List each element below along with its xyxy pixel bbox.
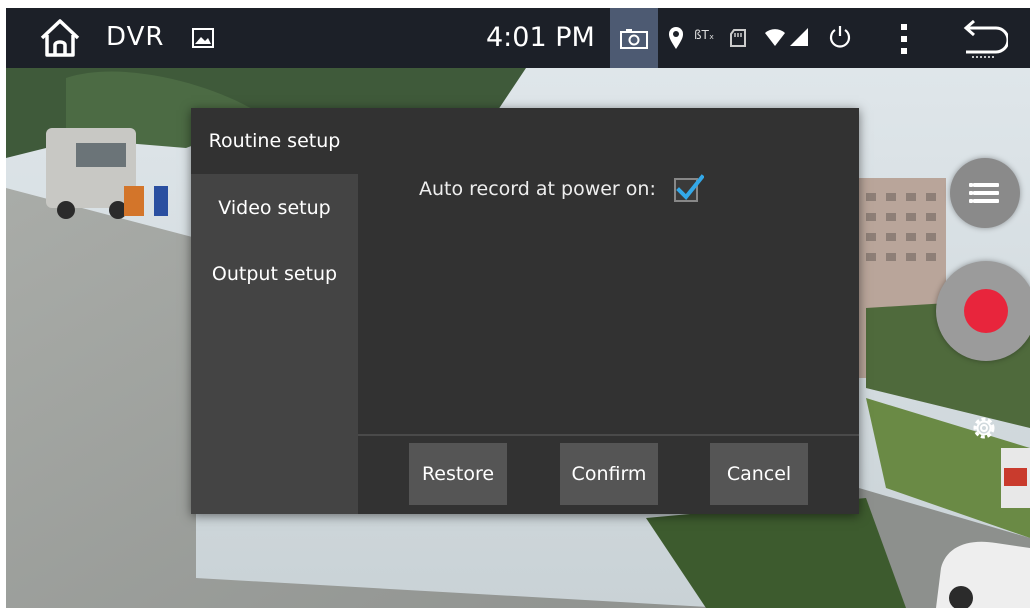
bluetooth-icon: ßTₓ [694,28,715,42]
overflow-menu-icon[interactable] [892,22,916,56]
list-button[interactable] [950,158,1020,228]
divider [358,434,859,436]
back-icon[interactable] [956,20,1008,60]
settings-content: Auto record at power on: Restore Confirm… [358,108,859,514]
clock-time: 4:01 PM [486,22,595,53]
tab-routine-setup[interactable]: Routine setup [191,108,358,174]
status-bar: DVR 4:01 PM ßTₓ [6,8,1030,68]
settings-dialog: Routine setup Video setup Output setup A… [191,108,859,514]
location-icon [669,27,683,49]
gallery-icon [192,28,214,48]
home-icon[interactable] [38,16,82,60]
auto-record-label: Auto record at power on: [419,178,656,200]
tab-output-setup[interactable]: Output setup [191,241,358,307]
restore-button[interactable]: Restore [409,443,507,505]
power-icon[interactable] [828,25,852,49]
record-button[interactable] [936,261,1030,361]
cancel-button[interactable]: Cancel [710,443,808,505]
checkmark-icon [676,174,704,200]
auto-record-checkbox[interactable] [674,174,704,202]
sd-card-icon [730,29,746,47]
dvr-screen: DVR 4:01 PM ßTₓ Routine setup Video setu… [6,8,1030,608]
record-icon [964,289,1008,333]
settings-gear-icon[interactable] [968,412,1000,444]
signal-icon [790,28,808,46]
app-title: DVR [106,22,165,52]
camera-icon [620,29,648,49]
settings-sidebar: Routine setup Video setup Output setup [191,108,358,514]
wifi-icon [765,29,785,46]
tab-video-setup[interactable]: Video setup [191,175,358,241]
confirm-button[interactable]: Confirm [560,443,658,505]
